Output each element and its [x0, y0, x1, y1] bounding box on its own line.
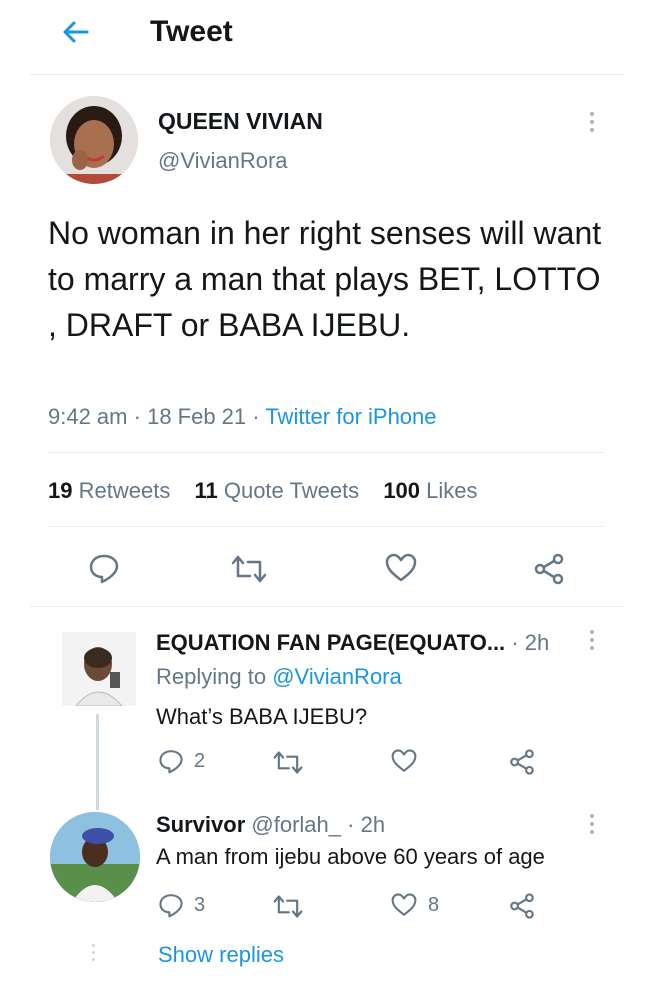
reply-like-button[interactable]: [390, 748, 418, 774]
reply-count: 3: [194, 893, 206, 916]
reply-more-options-icon[interactable]: [590, 630, 594, 654]
back-arrow-icon[interactable]: [60, 16, 92, 48]
reply-like-button[interactable]: 8: [390, 892, 439, 918]
reply-reply-button[interactable]: 3: [158, 892, 205, 918]
like-count: 8: [428, 893, 440, 916]
header-divider: [30, 74, 624, 75]
separator-dot: ·: [252, 404, 266, 429]
reply-share-button[interactable]: [508, 748, 536, 776]
reply-share-button[interactable]: [508, 892, 536, 920]
heart-icon: [391, 749, 417, 772]
reply-text: What’s BABA IJEBU?: [156, 704, 368, 729]
display-name[interactable]: QUEEN VIVIAN: [158, 108, 323, 135]
reply-text: A man from ijebu above 60 years of age: [156, 844, 545, 869]
reply-display-name[interactable]: Survivor: [156, 812, 245, 837]
like-button[interactable]: [384, 552, 418, 584]
reply-display-name[interactable]: EQUATION FAN PAGE(EQUATO...: [156, 630, 505, 655]
reply-header: Survivor @forlah_ · 2h: [156, 812, 385, 838]
handle[interactable]: @VivianRora: [158, 148, 288, 174]
reply-more-options-icon[interactable]: [590, 814, 594, 838]
reply-handle[interactable]: @forlah_: [251, 812, 341, 837]
stats-row: 19 Retweets 11 Quote Tweets 100 Likes: [48, 478, 478, 504]
share-icon: [534, 553, 564, 585]
stats-bottom-divider: [48, 526, 604, 527]
share-button[interactable]: [532, 552, 566, 586]
tweet-date: 18 Feb 21: [147, 404, 247, 429]
reply-avatar[interactable]: [50, 812, 140, 902]
reply-header: EQUATION FAN PAGE(EQUATO... · 2h: [156, 630, 549, 656]
heart-icon: [385, 553, 417, 582]
tweet-time: 9:42 am: [48, 404, 128, 429]
retweet-icon: [231, 555, 267, 583]
retweet-icon: [273, 895, 303, 918]
tweet-source-link[interactable]: Twitter for iPhone: [265, 404, 436, 429]
tweet-text: No woman in her right senses will want t…: [48, 215, 602, 343]
reply-icon: [89, 554, 119, 584]
reply-icon: [159, 750, 183, 774]
reply-time: · 2h: [347, 812, 386, 837]
replying-to-line: Replying to @VivianRora: [156, 664, 402, 689]
separator-dot: ·: [133, 404, 148, 429]
reply-count: 2: [194, 749, 206, 772]
thread-dots: [92, 944, 96, 961]
reply-icon: [159, 894, 183, 918]
reply-reply-button[interactable]: 2: [158, 748, 205, 774]
avatar[interactable]: [50, 96, 138, 184]
replying-to-handle-link[interactable]: @VivianRora: [272, 664, 402, 689]
reply-retweet-button[interactable]: [272, 750, 304, 775]
reply-button[interactable]: [88, 552, 120, 584]
timestamp-line: 9:42 am · 18 Feb 21 · Twitter for iPhone: [48, 404, 437, 430]
reply-time: · 2h: [511, 630, 550, 655]
reply-avatar[interactable]: [62, 632, 136, 706]
retweet-button[interactable]: [230, 554, 268, 584]
stats-top-divider: [48, 452, 604, 453]
quote-tweets-stat[interactable]: 11 Quote Tweets: [194, 478, 359, 503]
show-replies-link[interactable]: Show replies: [158, 942, 284, 968]
heart-icon: [391, 893, 417, 916]
page-title: Tweet: [150, 15, 233, 48]
thread-line: [96, 714, 99, 810]
reply-retweet-button[interactable]: [272, 894, 304, 919]
retweets-stat[interactable]: 19 Retweets: [48, 478, 170, 503]
likes-stat[interactable]: 100 Likes: [383, 478, 477, 503]
actions-bottom-divider: [30, 606, 624, 607]
share-icon: [510, 749, 534, 775]
more-options-icon[interactable]: [590, 112, 594, 136]
retweet-icon: [273, 751, 303, 774]
share-icon: [510, 893, 534, 919]
